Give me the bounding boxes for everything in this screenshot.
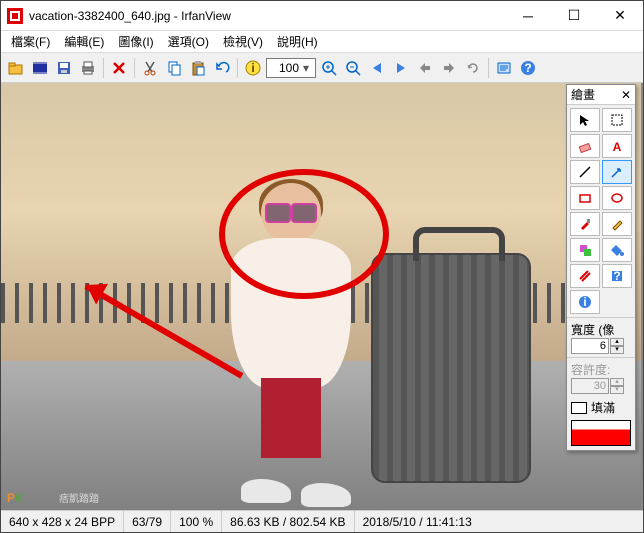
palette-tools: A ? i (567, 105, 635, 317)
window-title: vacation-3382400_640.jpg - IrfanView (29, 9, 505, 23)
info-button[interactable]: i (242, 57, 264, 79)
svg-text:A: A (613, 140, 622, 153)
about-button[interactable]: ? (517, 57, 539, 79)
menu-file[interactable]: 檔案(F) (5, 31, 56, 52)
save-button[interactable] (53, 57, 75, 79)
tolerance-input (571, 378, 609, 394)
menu-edit[interactable]: 編輯(E) (58, 31, 110, 52)
toolbar: i ▾ ? (1, 53, 643, 83)
maximize-button[interactable]: ☐ (551, 1, 597, 30)
undo-button[interactable] (211, 57, 233, 79)
tool-fill[interactable] (602, 238, 632, 262)
tool-measure[interactable] (570, 264, 600, 288)
toolbar-separator (488, 58, 489, 78)
displayed-image: PK 痞凱踏踏 (1, 83, 641, 510)
tool-info[interactable]: i (570, 290, 600, 314)
suitcase-graphic (371, 253, 531, 483)
paint-palette[interactable]: 繪畫 ✕ A ? i 寬度 (像 ▴▾ 容許度: ▴▾ 填滿 (566, 84, 636, 451)
settings-button[interactable] (493, 57, 515, 79)
fill-label: 填滿 (591, 399, 615, 416)
palette-close-icon[interactable]: ✕ (621, 88, 631, 102)
width-input[interactable] (571, 338, 609, 354)
rotate-button[interactable] (462, 57, 484, 79)
menu-view[interactable]: 檢視(V) (217, 31, 269, 52)
tool-pointer[interactable] (570, 108, 600, 132)
close-button[interactable]: ✕ (597, 1, 643, 30)
tool-eraser[interactable] (570, 134, 600, 158)
menubar: 檔案(F) 編輯(E) 圖像(I) 選項(O) 檢視(V) 說明(H) (1, 31, 643, 53)
status-zoom: 100 % (171, 511, 222, 532)
fill-row: 填滿 (567, 397, 635, 418)
zoom-out-button[interactable] (342, 57, 364, 79)
next-page-button[interactable] (438, 57, 460, 79)
zoom-combo[interactable]: ▾ (266, 58, 316, 78)
zoom-in-button[interactable] (318, 57, 340, 79)
tolerance-section: 容許度: ▴▾ (567, 357, 635, 397)
chevron-down-icon[interactable]: ▾ (299, 61, 313, 75)
minimize-button[interactable]: ─ (505, 1, 551, 30)
tool-text[interactable]: A (602, 134, 632, 158)
width-up[interactable]: ▴ (610, 338, 624, 346)
app-icon (7, 8, 23, 24)
next-image-button[interactable] (390, 57, 412, 79)
statusbar: 640 x 428 x 24 BPP 63/79 100 % 86.63 KB … (1, 510, 643, 532)
status-filesize: 86.63 KB / 802.54 KB (222, 511, 354, 532)
tool-ellipse[interactable] (602, 186, 632, 210)
prev-page-button[interactable] (414, 57, 436, 79)
copy-button[interactable] (163, 57, 185, 79)
toolbar-separator (134, 58, 135, 78)
watermark: PK (7, 469, 24, 510)
tool-rect[interactable] (570, 186, 600, 210)
menu-options[interactable]: 選項(O) (162, 31, 215, 52)
app-window: vacation-3382400_640.jpg - IrfanView ─ ☐… (0, 0, 644, 533)
tolerance-label: 容許度: (571, 361, 631, 378)
tol-down: ▾ (610, 386, 624, 394)
tol-up: ▴ (610, 378, 624, 386)
fill-checkbox[interactable] (571, 402, 587, 414)
color-swatch[interactable] (571, 420, 631, 446)
tool-help[interactable]: ? (602, 264, 632, 288)
status-index: 63/79 (124, 511, 171, 532)
menu-help[interactable]: 說明(H) (271, 31, 324, 52)
open-button[interactable] (5, 57, 27, 79)
svg-text:i: i (251, 61, 254, 75)
prev-image-button[interactable] (366, 57, 388, 79)
circle-annotation (219, 169, 389, 299)
tool-clone[interactable] (570, 238, 600, 262)
status-dimensions: 640 x 428 x 24 BPP (1, 511, 124, 532)
svg-text:i: i (583, 295, 586, 309)
paste-button[interactable] (187, 57, 209, 79)
width-section: 寬度 (像 ▴▾ (567, 317, 635, 357)
cut-button[interactable] (139, 57, 161, 79)
tool-select[interactable] (602, 108, 632, 132)
delete-button[interactable] (108, 57, 130, 79)
slideshow-button[interactable] (29, 57, 51, 79)
zoom-input[interactable] (269, 61, 299, 75)
menu-image[interactable]: 圖像(I) (112, 31, 159, 52)
width-down[interactable]: ▾ (610, 346, 624, 354)
tool-pencil[interactable] (602, 212, 632, 236)
titlebar: vacation-3382400_640.jpg - IrfanView ─ ☐… (1, 1, 643, 31)
width-label: 寬度 (像 (571, 321, 631, 338)
svg-text:?: ? (613, 269, 620, 283)
print-button[interactable] (77, 57, 99, 79)
window-controls: ─ ☐ ✕ (505, 1, 643, 30)
tool-line[interactable] (570, 160, 600, 184)
palette-title: 繪畫 (571, 86, 595, 103)
toolbar-separator (237, 58, 238, 78)
tool-arrow[interactable] (602, 160, 632, 184)
watermark-sub: 痞凱踏踏 (59, 490, 99, 505)
status-date: 2018/5/10 / 11:41:13 (355, 511, 480, 532)
tool-brush[interactable] (570, 212, 600, 236)
image-viewport[interactable]: PK 痞凱踏踏 (1, 83, 643, 510)
toolbar-separator (103, 58, 104, 78)
palette-titlebar[interactable]: 繪畫 ✕ (567, 85, 635, 105)
svg-text:?: ? (524, 61, 531, 75)
